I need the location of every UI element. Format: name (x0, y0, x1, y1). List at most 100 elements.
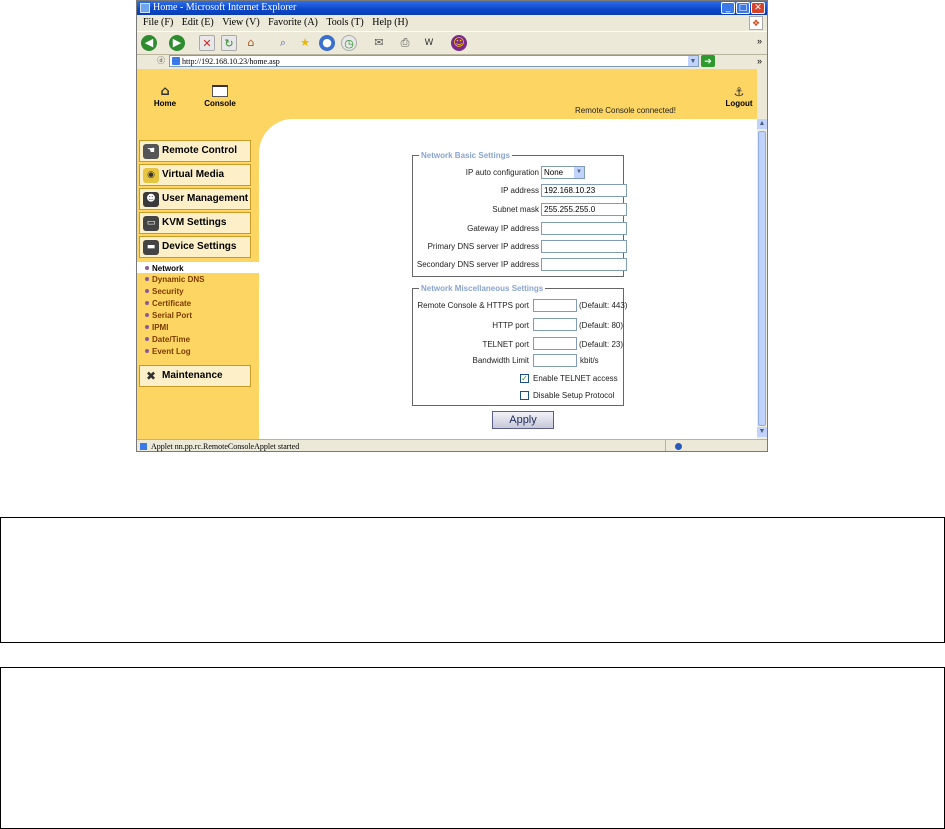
menu-edit[interactable]: Edit (E) (182, 17, 214, 28)
address-dropdown-icon[interactable]: ▼ (688, 56, 698, 66)
subitem-label: Security (152, 287, 184, 296)
sidebar-item-label: User Management (162, 193, 249, 204)
messenger-icon[interactable]: ☺ (451, 35, 467, 51)
subitem-dynamic-dns[interactable]: Dynamic DNS (145, 274, 204, 285)
sidebar-item-label: Remote Control (162, 145, 237, 156)
nav-console[interactable]: Console (203, 85, 237, 108)
sidebar-item-maintenance[interactable]: ✖ Maintenance (139, 365, 251, 387)
enable-telnet-checkbox[interactable]: ✓ (520, 374, 529, 383)
primary-dns-label: Primary DNS server IP address (427, 242, 539, 251)
https-port-input[interactable] (533, 299, 577, 312)
device-icon: ▬ (143, 240, 159, 255)
logout-icon: ⚓ (733, 85, 745, 99)
basic-legend: Network Basic Settings (421, 151, 510, 160)
tools-icon: ✖ (145, 369, 157, 383)
nav-home[interactable]: ⌂ Home (153, 84, 177, 109)
subitem-network[interactable]: Network (145, 263, 184, 274)
sidebar-item-user-management[interactable]: ☻ User Management (139, 188, 251, 210)
bullet-icon (145, 301, 149, 305)
secondary-dns-input[interactable] (541, 258, 627, 271)
subitem-event-log[interactable]: Event Log (145, 346, 191, 357)
links-overflow-icon[interactable]: » (757, 54, 762, 68)
primary-dns-input[interactable] (541, 240, 627, 253)
subitem-certificate[interactable]: Certificate (145, 298, 191, 309)
sidebar-item-device-settings[interactable]: ▬ Device Settings (139, 236, 251, 258)
disable-setup-checkbox[interactable] (520, 391, 529, 400)
telnet-port-label: TELNET port (482, 340, 529, 349)
bandwidth-input[interactable] (533, 354, 577, 367)
scrollbar-thumb[interactable] (758, 131, 766, 426)
logout-label: Logout (725, 99, 753, 108)
console-icon (212, 85, 228, 97)
home-icon[interactable]: ⌂ (243, 35, 259, 51)
vertical-scrollbar[interactable]: ▲ ▼ (757, 119, 767, 439)
subnet-mask-input[interactable]: 255.255.255.0 (541, 203, 627, 216)
sidebar-item-virtual-media[interactable]: ◉ Virtual Media (139, 164, 251, 186)
enable-telnet-label: Enable TELNET access (533, 374, 618, 383)
home-icon: ⌂ (160, 84, 170, 99)
console-label: Console (204, 99, 236, 108)
gateway-label: Gateway IP address (467, 224, 539, 233)
toolbar-overflow-icon[interactable]: » (757, 36, 762, 46)
http-port-input[interactable] (533, 318, 577, 331)
secondary-dns-label: Secondary DNS server IP address (416, 260, 539, 269)
menu-view[interactable]: View (V) (222, 17, 259, 28)
close-icon[interactable]: ✕ (751, 2, 765, 14)
empty-box-1 (0, 517, 945, 643)
go-icon[interactable]: ➔ (701, 55, 715, 67)
sidebar-item-kvm-settings[interactable]: ▭ KVM Settings (139, 212, 251, 234)
media-icon[interactable]: ● (319, 35, 335, 51)
mail-icon[interactable]: ✉ (371, 35, 387, 51)
back-icon[interactable]: ◀ (141, 35, 157, 51)
favorites-icon[interactable]: ★ (297, 35, 313, 51)
subitem-label: IPMI (152, 323, 169, 332)
subitem-ipmi[interactable]: IPMI (145, 322, 168, 333)
status-text: Applet nn.pp.rc.RemoteConsoleApplet star… (151, 442, 300, 451)
subitem-label: Certificate (152, 299, 192, 308)
maximize-icon[interactable]: □ (736, 2, 750, 14)
history-icon[interactable]: ◷ (341, 35, 357, 51)
page-icon (172, 57, 180, 65)
menu-file[interactable]: File (F) (143, 17, 173, 28)
subitem-label: Serial Port (152, 311, 193, 320)
scroll-down-icon[interactable]: ▼ (757, 427, 767, 437)
internet-zone-icon (675, 443, 682, 450)
chevron-down-icon[interactable]: ▼ (574, 167, 584, 178)
sidebar: ☚ Remote Control ◉ Virtual Media ☻ User … (137, 139, 263, 439)
address-input[interactable]: http://192.168.10.23/home.asp ▼ (169, 55, 699, 67)
home-label: Home (153, 99, 177, 108)
edit-icon[interactable]: W (421, 35, 437, 51)
nav-logout[interactable]: ⚓ Logout (723, 85, 755, 108)
http-default: (Default: 80) (579, 321, 624, 330)
subitem-label: Event Log (152, 347, 191, 356)
bullet-icon (145, 313, 149, 317)
telnet-port-input[interactable] (533, 337, 577, 350)
search-icon[interactable]: ⌕ (275, 35, 291, 51)
users-icon: ☻ (143, 192, 159, 207)
bullet-icon (145, 337, 149, 341)
stop-icon[interactable]: ✕ (199, 35, 215, 51)
title-bar[interactable]: Home - Microsoft Internet Explorer _ □ ✕ (137, 1, 767, 15)
sidebar-item-remote-control[interactable]: ☚ Remote Control (139, 140, 251, 162)
subitem-date-time[interactable]: Date/Time (145, 334, 190, 345)
ip-auto-select[interactable]: None ▼ (541, 166, 585, 179)
forward-icon[interactable]: ▶ (169, 35, 185, 51)
menu-help[interactable]: Help (H) (372, 17, 408, 28)
toolbar: ◀ ▶ ✕ ↻ ⌂ ⌕ ★ ● ◷ ✉ ⎙ W ☺ » (137, 31, 767, 55)
minimize-icon[interactable]: _ (721, 2, 735, 14)
scroll-up-icon[interactable]: ▲ (757, 119, 767, 129)
menu-favorite[interactable]: Favorite (A) (268, 17, 318, 28)
print-icon[interactable]: ⎙ (397, 35, 413, 51)
hand-icon: ☚ (143, 144, 159, 159)
window-title: Home - Microsoft Internet Explorer (153, 2, 297, 13)
menu-tools[interactable]: Tools (T) (326, 17, 363, 28)
address-bar: ⓓ http://192.168.10.23/home.asp ▼ ➔ » (137, 54, 767, 68)
subitem-label: Dynamic DNS (152, 275, 205, 284)
ip-address-input[interactable]: 192.168.10.23 (541, 184, 627, 197)
refresh-icon[interactable]: ↻ (221, 35, 237, 51)
subitem-security[interactable]: Security (145, 286, 184, 297)
gateway-input[interactable] (541, 222, 627, 235)
apply-button[interactable]: Apply (492, 411, 554, 429)
subitem-serial-port[interactable]: Serial Port (145, 310, 192, 321)
bandwidth-unit: kbit/s (580, 356, 599, 365)
